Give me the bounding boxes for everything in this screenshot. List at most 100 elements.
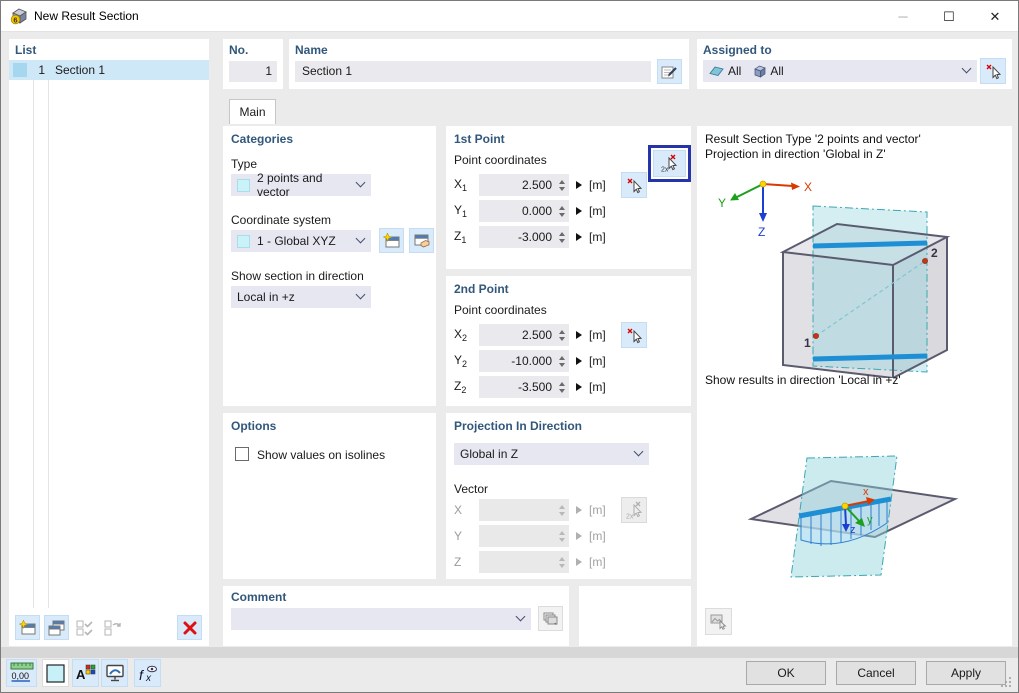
maximize-button[interactable]: ☐: [926, 1, 972, 32]
assigned-to-pick-button[interactable]: [980, 58, 1006, 84]
expand-arrow-icon[interactable]: [576, 207, 582, 215]
preview-caption-line1: Result Section Type '2 points and vector…: [705, 132, 921, 146]
chevron-down-icon: [355, 177, 366, 188]
pick-two-points-button[interactable]: 2x: [653, 150, 686, 177]
name-input[interactable]: Section 1: [295, 61, 651, 82]
close-button[interactable]: ✕: [972, 1, 1018, 32]
first-point-pick-button[interactable]: [621, 172, 647, 198]
delete-section-button[interactable]: [177, 615, 202, 640]
tab-main[interactable]: Main: [229, 99, 276, 124]
point-2-label: 2: [931, 246, 938, 260]
font-colors-icon: A: [76, 664, 95, 682]
pick-two-points-focus-ring: 2x: [648, 145, 691, 182]
direction-value: Local in +z: [237, 290, 295, 304]
preview-panel: Result Section Type '2 points and vector…: [697, 126, 1012, 646]
cancel-button[interactable]: Cancel: [836, 661, 916, 685]
minimize-button[interactable]: ─: [880, 1, 926, 32]
select-all-button-disabled: [72, 615, 97, 640]
list-column-divider: [48, 60, 49, 608]
edit-name-button[interactable]: [657, 59, 682, 84]
projection-dropdown[interactable]: Global in Z: [454, 443, 649, 465]
layered-comments-icon: [543, 612, 558, 625]
units-settings-button[interactable]: 0,00: [6, 659, 37, 687]
rendering-button[interactable]: [101, 659, 128, 687]
y2-spinner[interactable]: [556, 355, 569, 367]
z2-input[interactable]: -3.500: [479, 376, 569, 398]
solids-icon: [754, 65, 767, 78]
preview-caption-line2: Projection in direction 'Global in Z': [705, 147, 886, 161]
x1-label: X1: [454, 177, 468, 193]
pick-two-points-cursor-icon-gray: 2x: [626, 501, 642, 520]
window-title: New Result Section: [34, 9, 139, 23]
type-color-swatch: [237, 178, 250, 192]
new-section-button[interactable]: [15, 615, 40, 640]
x2-input[interactable]: 2.500: [479, 324, 569, 346]
point-coordinates-label: Point coordinates: [454, 303, 547, 317]
comment-dropdown[interactable]: [231, 608, 531, 630]
apply-button[interactable]: Apply: [926, 661, 1006, 685]
vector-pick-button-disabled: 2x: [621, 497, 647, 523]
copy-section-button[interactable]: [44, 615, 69, 640]
z2-spinner[interactable]: [556, 381, 569, 393]
list-header: List: [15, 43, 37, 57]
spacer-panel: [579, 586, 691, 646]
surfaces-icon: [709, 66, 724, 77]
svg-text:2x: 2x: [661, 167, 669, 174]
x1-input[interactable]: 2.500: [479, 174, 569, 196]
type-dropdown[interactable]: 2 points and vector: [231, 171, 371, 199]
section-color-button[interactable]: [42, 659, 69, 687]
second-point-pick-button[interactable]: [621, 322, 647, 348]
comment-templates-button[interactable]: [538, 606, 563, 631]
list-item-section-1[interactable]: 1 Section 1: [9, 60, 209, 80]
formula-visibility-button[interactable]: f x: [134, 659, 161, 687]
x2-spinner[interactable]: [556, 329, 569, 341]
svg-text:2x: 2x: [626, 513, 634, 520]
coordinate-system-value: 1 - Global XYZ: [257, 234, 336, 248]
display-properties-button[interactable]: A: [72, 659, 99, 687]
y1-input[interactable]: 0.000: [479, 200, 569, 222]
axis-y-label: Y: [718, 196, 726, 210]
expand-arrow-icon[interactable]: [576, 331, 582, 339]
chevron-down-icon: [355, 289, 366, 300]
point-coordinates-label: Point coordinates: [454, 153, 547, 167]
show-values-on-isolines-label: Show values on isolines: [257, 448, 386, 462]
invert-selection-button-disabled: [100, 615, 125, 640]
y2-input[interactable]: -10.000: [479, 350, 569, 372]
svg-text:x: x: [145, 673, 152, 683]
pick-two-points-cursor-icon: 2x: [661, 154, 678, 174]
axis-z-label: Z: [758, 225, 765, 239]
expand-arrow-icon[interactable]: [576, 233, 582, 241]
y1-spinner[interactable]: [556, 205, 569, 217]
projection-value: Global in Z: [460, 447, 519, 461]
name-label: Name: [295, 43, 328, 57]
z1-label: Z1: [454, 229, 467, 245]
expand-arrow-icon[interactable]: [576, 357, 582, 365]
x1-spinner[interactable]: [556, 179, 569, 191]
copy-windows-icon: [48, 620, 65, 635]
chevron-down-icon: [633, 446, 644, 457]
expand-arrow-icon: [576, 506, 582, 514]
z1-spinner[interactable]: [556, 231, 569, 243]
type-label: Type: [231, 157, 258, 171]
pick-cursor-icon: [986, 64, 1001, 79]
show-values-on-isolines-checkbox[interactable]: [235, 447, 249, 461]
resize-grip[interactable]: [1000, 676, 1012, 688]
new-coordinate-system-button[interactable]: [379, 228, 404, 253]
svg-text:6: 6: [13, 15, 17, 24]
expand-arrow-icon[interactable]: [576, 181, 582, 189]
y1-unit: [m]: [589, 204, 606, 218]
new-result-section-dialog: 6 New Result Section ─ ☐ ✕ List 1 Sectio…: [0, 0, 1019, 693]
z1-input[interactable]: -3.000: [479, 226, 569, 248]
point-1-label: 1: [804, 336, 811, 350]
comment-group: Comment: [223, 586, 569, 646]
assigned-to-dropdown[interactable]: All All: [703, 60, 977, 82]
coordinate-system-dropdown[interactable]: 1 - Global XYZ: [231, 230, 371, 252]
edit-coordinate-system-button[interactable]: [409, 228, 434, 253]
first-point-header: 1st Point: [454, 132, 505, 146]
show-section-direction-dropdown[interactable]: Local in +z: [231, 286, 371, 308]
vector-x-spinner-disabled: [556, 504, 569, 516]
expand-arrow-icon[interactable]: [576, 383, 582, 391]
vector-z-unit: [m]: [589, 555, 606, 569]
list-column-divider: [33, 60, 34, 608]
ok-button[interactable]: OK: [746, 661, 826, 685]
